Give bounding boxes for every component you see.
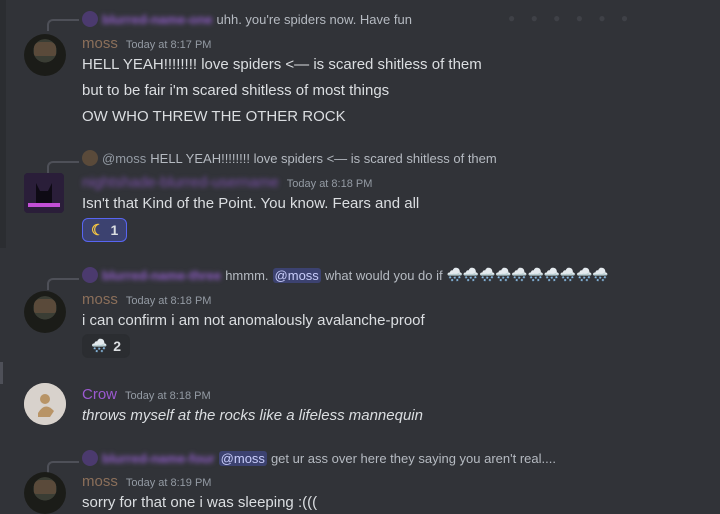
- reaction-count: 1: [110, 222, 119, 238]
- message-text: sorry for that one i was sleeping :(((: [82, 494, 318, 511]
- reaction-button[interactable]: 🌨️ 2: [82, 334, 130, 358]
- reaction-button[interactable]: ☾ 1: [82, 218, 128, 242]
- avatar[interactable]: [24, 34, 66, 76]
- message-text: i can confirm i am not anomalously avala…: [82, 312, 425, 329]
- username[interactable]: moss: [82, 473, 118, 490]
- snow-cloud-icon: 🌨️: [91, 338, 108, 353]
- message-text: OW WHO THREW THE OTHER ROCK: [82, 108, 346, 125]
- reply-preview[interactable]: blurred-name-four @moss get ur ass over …: [82, 449, 556, 467]
- username[interactable]: moss: [82, 291, 118, 308]
- reply-text[interactable]: what would you do if: [325, 268, 443, 283]
- reply-preview[interactable]: blurred-name-three hmmm. @moss what woul…: [82, 266, 608, 284]
- message-text: Isn't that Kind of the Point. You know. …: [82, 195, 420, 212]
- message-header: nightshade-blurred-username Today at 8:1…: [82, 174, 372, 191]
- cat-avatar-icon: [24, 173, 64, 213]
- reply-mention[interactable]: @moss: [272, 267, 321, 283]
- reply-author[interactable]: blurred-name-four: [102, 451, 215, 466]
- message-header: moss Today at 8:18 PM: [82, 291, 211, 308]
- timestamp: Today at 8:18 PM: [125, 295, 212, 307]
- reply-avatar: [82, 11, 98, 27]
- reply-avatar: [82, 150, 98, 166]
- reply-spine: [47, 161, 79, 173]
- message-text: but to be fair i'm scared shitless of mo…: [82, 82, 390, 99]
- avatar[interactable]: [24, 472, 66, 514]
- reply-text[interactable]: HELL YEAH!!!!!!!! love spiders <— is sca…: [150, 151, 496, 166]
- reply-mention[interactable]: @moss: [218, 450, 267, 466]
- reply-spine: [47, 461, 79, 473]
- timestamp: Today at 8:18 PM: [286, 178, 373, 190]
- message-header: Crow Today at 8:18 PM: [82, 386, 211, 403]
- message-text: throws myself at the rocks like a lifele…: [82, 407, 423, 424]
- message-header: moss Today at 8:19 PM: [82, 473, 211, 490]
- moon-icon: ☾: [91, 222, 105, 239]
- reply-preview[interactable]: @moss HELL YEAH!!!!!!!! love spiders <— …: [82, 149, 497, 167]
- username[interactable]: moss: [82, 35, 118, 52]
- hover-toolbar-placeholder: ● ● ● ● ● ●: [508, 11, 635, 25]
- reply-preview[interactable]: blurred-name-one uhh. you're spiders now…: [82, 10, 412, 28]
- reply-avatar: [82, 267, 98, 283]
- scrollbar-thumb[interactable]: [0, 362, 3, 384]
- timestamp: Today at 8:19 PM: [125, 477, 212, 489]
- avatar[interactable]: [24, 173, 64, 213]
- timestamp: Today at 8:18 PM: [125, 390, 211, 402]
- scrollbar-track[interactable]: [0, 0, 6, 248]
- reply-spine: [47, 19, 79, 31]
- reply-text[interactable]: uhh. you're spiders now. Have fun: [217, 12, 412, 27]
- reply-text[interactable]: hmmm.: [225, 268, 268, 283]
- reply-text[interactable]: get ur ass over here they saying you are…: [271, 451, 556, 466]
- reply-spine: [47, 278, 79, 290]
- message-text: HELL YEAH!!!!!!!! love spiders <— is sca…: [82, 56, 482, 73]
- message-header: moss Today at 8:17 PM: [82, 35, 211, 52]
- reply-author[interactable]: blurred-name-one: [102, 12, 213, 27]
- avatar[interactable]: [24, 383, 66, 425]
- avatar[interactable]: [24, 291, 66, 333]
- reply-mention[interactable]: @moss: [102, 151, 146, 166]
- reaction-count: 2: [113, 338, 121, 354]
- username[interactable]: Crow: [82, 386, 117, 403]
- username[interactable]: nightshade-blurred-username: [82, 174, 279, 191]
- reply-author[interactable]: blurred-name-three: [102, 268, 221, 283]
- duck-avatar-icon: [24, 383, 66, 425]
- timestamp: Today at 8:17 PM: [125, 39, 212, 51]
- reply-avatar: [82, 450, 98, 466]
- snow-cloud-emojis: 🌨️🌨️🌨️🌨️🌨️🌨️🌨️🌨️🌨️🌨️: [446, 267, 609, 282]
